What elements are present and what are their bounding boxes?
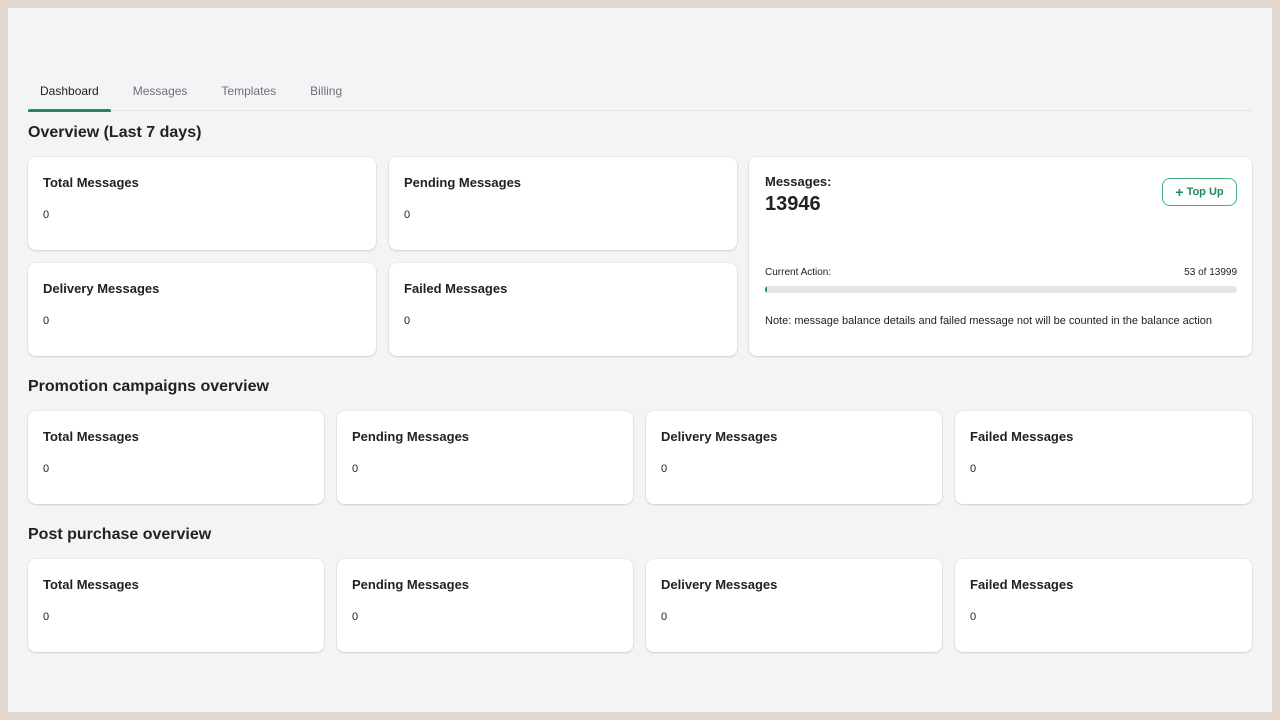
card-value: 0 bbox=[661, 611, 668, 623]
tab-templates[interactable]: Templates bbox=[209, 70, 288, 111]
card-value: 0 bbox=[404, 209, 411, 221]
card-value: 0 bbox=[352, 611, 359, 623]
card-value: 0 bbox=[43, 463, 50, 475]
card-value: 0 bbox=[43, 315, 50, 327]
card-value: 0 bbox=[352, 463, 359, 475]
plus-icon: + bbox=[1175, 184, 1184, 200]
tab-dashboard[interactable]: Dashboard bbox=[28, 70, 111, 112]
top-up-label: Top Up bbox=[1186, 186, 1224, 198]
card-title: Failed Messages bbox=[970, 577, 1074, 592]
post-purchase-failed-card: Failed Messages 0 bbox=[955, 559, 1252, 652]
current-action-label: Current Action: bbox=[765, 267, 832, 278]
app-frame: Dashboard Messages Templates Billing Ove… bbox=[8, 8, 1272, 712]
balance-label: Messages: bbox=[765, 174, 832, 189]
balance-value: 13946 bbox=[765, 193, 821, 215]
card-value: 0 bbox=[661, 463, 668, 475]
card-title: Pending Messages bbox=[352, 429, 470, 444]
card-title: Delivery Messages bbox=[43, 281, 160, 296]
balance-note: Note: message balance details and failed… bbox=[765, 315, 1213, 327]
card-title: Delivery Messages bbox=[661, 577, 778, 592]
card-title: Total Messages bbox=[43, 577, 139, 592]
card-title: Failed Messages bbox=[404, 281, 508, 296]
card-title: Pending Messages bbox=[352, 577, 470, 592]
promotion-total-card: Total Messages 0 bbox=[28, 411, 324, 504]
top-up-button[interactable]: + Top Up bbox=[1162, 178, 1237, 206]
post-purchase-pending-card: Pending Messages 0 bbox=[337, 559, 633, 652]
overview-delivery-card: Delivery Messages 0 bbox=[28, 263, 376, 356]
post-purchase-total-card: Total Messages 0 bbox=[28, 559, 324, 652]
card-title: Total Messages bbox=[43, 175, 139, 190]
promotion-title: Promotion campaigns overview bbox=[28, 378, 269, 395]
promotion-pending-card: Pending Messages 0 bbox=[337, 411, 633, 504]
message-balance-card: Messages: 13946 + Top Up Current Action:… bbox=[749, 157, 1252, 356]
tab-bar: Dashboard Messages Templates Billing bbox=[28, 70, 1252, 112]
card-value: 0 bbox=[970, 611, 977, 623]
card-value: 0 bbox=[404, 315, 411, 327]
post-purchase-delivery-card: Delivery Messages 0 bbox=[646, 559, 942, 652]
post-purchase-title: Post purchase overview bbox=[28, 526, 212, 543]
card-value: 0 bbox=[970, 463, 977, 475]
tab-billing[interactable]: Billing bbox=[298, 70, 354, 111]
card-title: Failed Messages bbox=[970, 429, 1074, 444]
overview-title: Overview (Last 7 days) bbox=[28, 124, 202, 141]
card-value: 0 bbox=[43, 209, 50, 221]
card-value: 0 bbox=[43, 611, 50, 623]
promotion-delivery-card: Delivery Messages 0 bbox=[646, 411, 942, 504]
card-title: Total Messages bbox=[43, 429, 139, 444]
card-title: Pending Messages bbox=[404, 175, 522, 190]
promotion-failed-card: Failed Messages 0 bbox=[955, 411, 1252, 504]
card-title: Delivery Messages bbox=[661, 429, 778, 444]
tab-messages[interactable]: Messages bbox=[121, 70, 200, 111]
overview-total-card: Total Messages 0 bbox=[28, 157, 376, 250]
current-action-count: 53 of 13999 bbox=[1184, 267, 1237, 278]
progress-fill bbox=[765, 286, 767, 293]
overview-pending-card: Pending Messages 0 bbox=[389, 157, 737, 250]
current-action-progress-bar bbox=[765, 286, 1237, 293]
overview-failed-card: Failed Messages 0 bbox=[389, 263, 737, 356]
